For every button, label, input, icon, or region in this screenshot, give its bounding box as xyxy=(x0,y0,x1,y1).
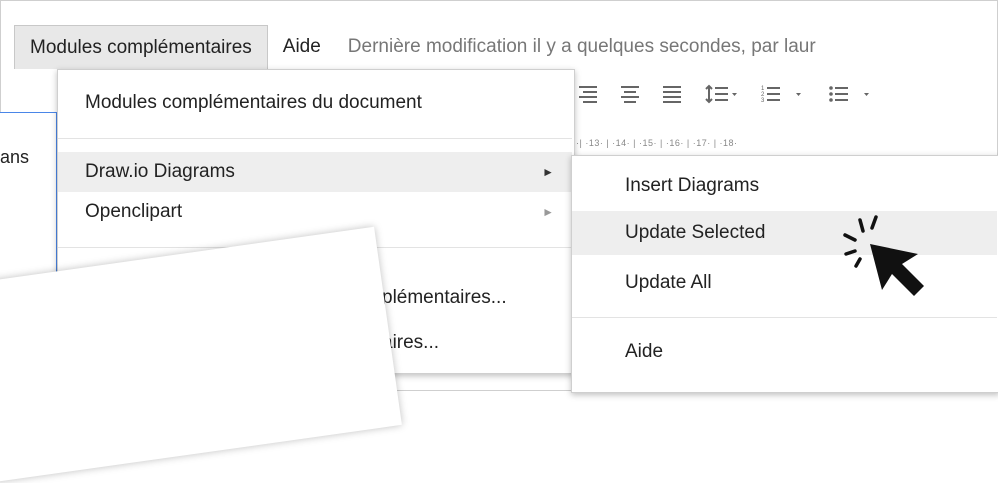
numbered-list-icon[interactable]: 123 xyxy=(760,84,806,104)
menu-item-label: Openclipart xyxy=(85,201,183,222)
menu-bar: Modules complémentaires Aide Dernière mo… xyxy=(14,25,816,69)
menu-addons[interactable]: Modules complémentaires xyxy=(14,25,268,69)
hint-box: ans xyxy=(0,112,57,296)
line-spacing-icon[interactable] xyxy=(704,84,738,104)
align-justify-icon[interactable] xyxy=(662,85,682,103)
menu-item-drawio-diagrams[interactable]: Draw.io Diagrams ► xyxy=(58,152,572,192)
menu-item-document-addons[interactable]: Modules complémentaires du document xyxy=(58,83,572,123)
menu-separator xyxy=(58,138,572,139)
submenu-arrow-icon: ► xyxy=(542,165,554,179)
bulleted-list-icon[interactable] xyxy=(828,84,872,104)
menu-help[interactable]: Aide xyxy=(268,25,336,69)
menu-item-label: Draw.io Diagrams xyxy=(85,161,235,182)
menu-separator xyxy=(572,317,997,318)
menu-item-openclipart[interactable]: Openclipart ► xyxy=(58,192,572,232)
submenu-arrow-icon: ► xyxy=(542,205,554,219)
document-ruler[interactable]: ·| ·13· | ·14· | ·15· | ·16· | ·17· | ·1… xyxy=(576,138,996,150)
align-right-icon[interactable] xyxy=(578,85,598,103)
submenu-item-help[interactable]: Aide xyxy=(572,330,997,374)
last-edit-status[interactable]: Dernière modification il y a quelques se… xyxy=(336,36,816,58)
cursor-click-icon xyxy=(838,214,938,304)
align-center-icon[interactable] xyxy=(620,85,640,103)
formatting-toolbar: 123 xyxy=(578,84,872,104)
svg-text:3: 3 xyxy=(761,98,765,104)
hint-text: ans xyxy=(0,147,30,167)
submenu-item-insert-diagrams[interactable]: Insert Diagrams xyxy=(572,164,997,208)
